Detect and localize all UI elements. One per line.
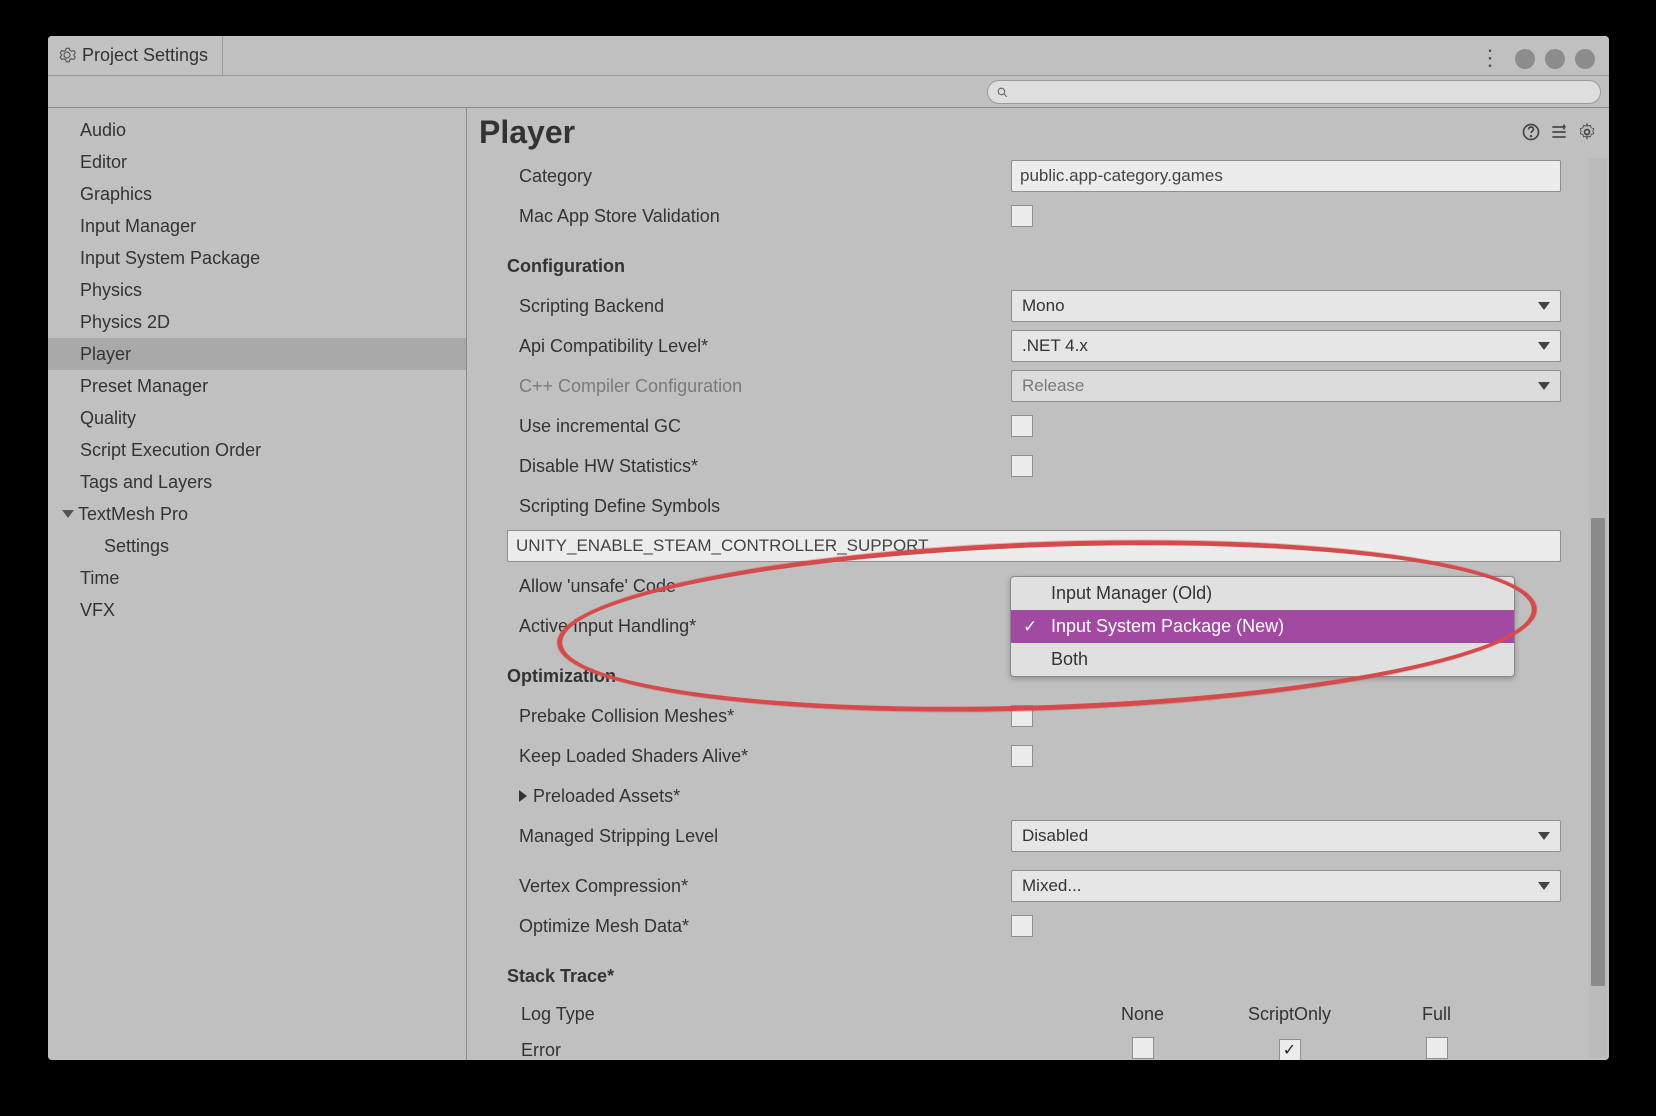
optimize-mesh-label: Optimize Mesh Data* xyxy=(507,916,1011,937)
titlebar: Project Settings ⋮ xyxy=(48,36,1609,76)
sidebar-item-textmesh-pro-settings[interactable]: Settings xyxy=(48,530,466,562)
sidebar-item-quality[interactable]: Quality xyxy=(48,402,466,434)
check-icon: ✓ xyxy=(1023,617,1037,637)
sidebar-item-player[interactable]: Player xyxy=(48,338,466,370)
scroll-area: Category Mac App Store Validation Config… xyxy=(467,156,1609,1060)
vertical-scrollbar[interactable] xyxy=(1589,158,1607,1058)
incremental-gc-label: Use incremental GC xyxy=(507,416,1011,437)
incremental-gc-checkbox[interactable] xyxy=(1011,415,1033,437)
api-compat-dropdown[interactable]: .NET 4.x xyxy=(1011,330,1561,362)
cpp-compiler-dropdown: Release xyxy=(1011,370,1561,402)
scripting-backend-label: Scripting Backend xyxy=(507,296,1011,317)
window-dot-2[interactable] xyxy=(1545,49,1565,69)
gear-icon xyxy=(58,46,76,64)
sidebar: Audio Editor Graphics Input Manager Inpu… xyxy=(48,108,467,1060)
window-controls xyxy=(1515,49,1609,75)
chevron-right-icon xyxy=(519,790,527,802)
settings-gear-icon[interactable] xyxy=(1577,122,1597,142)
api-compat-label: Api Compatibility Level* xyxy=(507,336,1011,357)
mac-app-store-checkbox[interactable] xyxy=(1011,205,1033,227)
optimization-heading: Optimization xyxy=(507,666,1011,687)
popup-item-input-manager-old[interactable]: Input Manager (Old) xyxy=(1011,577,1514,610)
window-dot-3[interactable] xyxy=(1575,49,1595,69)
tab-label: Project Settings xyxy=(82,45,208,66)
preloaded-assets-foldout[interactable]: Preloaded Assets* xyxy=(507,776,1561,816)
chevron-down-icon xyxy=(1538,382,1550,390)
preset-icon[interactable] xyxy=(1549,122,1569,142)
search-field[interactable] xyxy=(987,80,1601,104)
disable-hw-checkbox[interactable] xyxy=(1011,455,1033,477)
chevron-down-icon xyxy=(1538,342,1550,350)
search-row xyxy=(48,76,1609,108)
chevron-down-icon xyxy=(1538,882,1550,890)
active-input-label: Active Input Handling* xyxy=(507,616,1011,637)
managed-stripping-dropdown[interactable]: Disabled xyxy=(1011,820,1561,852)
prebake-label: Prebake Collision Meshes* xyxy=(507,706,1011,727)
disable-hw-label: Disable HW Statistics* xyxy=(507,456,1011,477)
main-panel: Player Category xyxy=(467,108,1609,1060)
scrollbar-thumb[interactable] xyxy=(1591,518,1605,986)
active-input-handling-popup: Input Manager (Old) ✓ Input System Packa… xyxy=(1010,576,1515,677)
popup-item-both[interactable]: Both xyxy=(1011,643,1514,676)
chevron-down-icon xyxy=(1538,302,1550,310)
chevron-down-icon xyxy=(62,510,74,518)
sidebar-item-input-manager[interactable]: Input Manager xyxy=(48,210,466,242)
help-icon[interactable] xyxy=(1521,122,1541,142)
managed-stripping-label: Managed Stripping Level xyxy=(507,826,1011,847)
search-icon xyxy=(996,86,1009,99)
stack-trace-heading: Stack Trace* xyxy=(507,966,1011,987)
sidebar-item-time[interactable]: Time xyxy=(48,562,466,594)
category-label: Category xyxy=(507,166,1011,187)
sidebar-item-graphics[interactable]: Graphics xyxy=(48,178,466,210)
log-row-error: Error ✓ xyxy=(507,1032,1561,1060)
prebake-checkbox[interactable] xyxy=(1011,705,1033,727)
scripting-backend-dropdown[interactable]: Mono xyxy=(1011,290,1561,322)
configuration-heading: Configuration xyxy=(507,256,1011,277)
kebab-icon[interactable]: ⋮ xyxy=(1479,45,1515,75)
sidebar-item-physics-2d[interactable]: Physics 2D xyxy=(48,306,466,338)
sidebar-item-preset-manager[interactable]: Preset Manager xyxy=(48,370,466,402)
project-settings-window: Project Settings ⋮ Audio Editor Graphics xyxy=(48,36,1609,1060)
log-error-scriptonly-checkbox[interactable]: ✓ xyxy=(1279,1039,1301,1060)
sidebar-item-textmesh-pro[interactable]: TextMesh Pro xyxy=(48,498,466,530)
scripting-define-label: Scripting Define Symbols xyxy=(507,496,1011,517)
sidebar-item-vfx[interactable]: VFX xyxy=(48,594,466,626)
category-input[interactable] xyxy=(1011,160,1561,192)
sidebar-item-editor[interactable]: Editor xyxy=(48,146,466,178)
allow-unsafe-label: Allow 'unsafe' Code xyxy=(507,576,1011,597)
sidebar-item-script-execution-order[interactable]: Script Execution Order xyxy=(48,434,466,466)
cpp-compiler-label: C++ Compiler Configuration xyxy=(507,376,1011,397)
search-input[interactable] xyxy=(1015,84,1592,100)
log-error-full-checkbox[interactable] xyxy=(1426,1037,1448,1059)
vertex-compression-label: Vertex Compression* xyxy=(507,876,1011,897)
keep-shaders-checkbox[interactable] xyxy=(1011,745,1033,767)
sidebar-item-input-system-package[interactable]: Input System Package xyxy=(48,242,466,274)
keep-shaders-label: Keep Loaded Shaders Alive* xyxy=(507,746,1011,767)
sidebar-item-tags-and-layers[interactable]: Tags and Layers xyxy=(48,466,466,498)
scripting-define-input[interactable] xyxy=(507,530,1561,562)
vertex-compression-dropdown[interactable]: Mixed... xyxy=(1011,870,1561,902)
log-header-row: Log Type None ScriptOnly Full xyxy=(507,996,1561,1032)
popup-item-input-system-package-new[interactable]: ✓ Input System Package (New) xyxy=(1011,610,1514,643)
tab-project-settings[interactable]: Project Settings xyxy=(48,36,223,75)
page-title: Player xyxy=(479,114,1513,151)
sidebar-item-physics[interactable]: Physics xyxy=(48,274,466,306)
window-dot-1[interactable] xyxy=(1515,49,1535,69)
main-header: Player xyxy=(467,108,1609,156)
log-error-none-checkbox[interactable] xyxy=(1132,1037,1154,1059)
mac-app-store-label: Mac App Store Validation xyxy=(507,206,1011,227)
chevron-down-icon xyxy=(1538,832,1550,840)
sidebar-item-audio[interactable]: Audio xyxy=(48,114,466,146)
optimize-mesh-checkbox[interactable] xyxy=(1011,915,1033,937)
